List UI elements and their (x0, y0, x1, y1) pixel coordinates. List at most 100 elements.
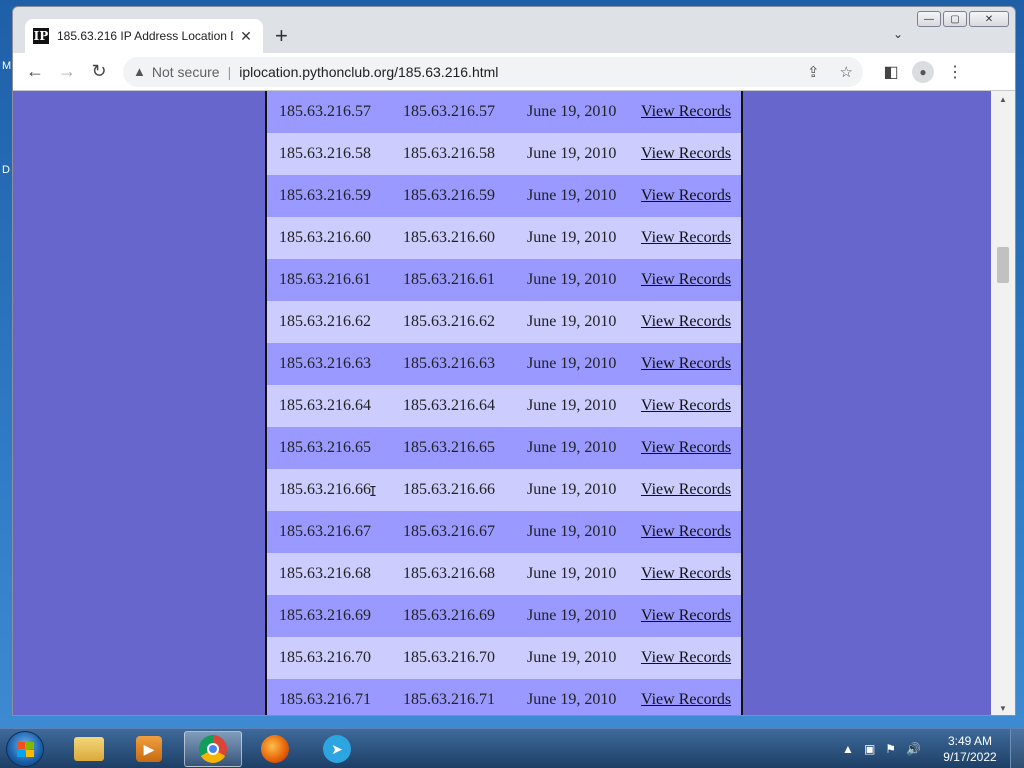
bookmark-star-icon[interactable]: ☆ (840, 63, 853, 81)
view-records-link[interactable]: View Records (641, 439, 731, 456)
table-row: 185.63.216.66 185.63.216.66 June 19, 2010 V… (267, 469, 741, 511)
window-controls: — ▢ ✕ (917, 11, 1009, 27)
view-records-link[interactable]: View Records (641, 103, 731, 120)
taskbar-media-player[interactable]: ▶ (120, 731, 178, 767)
browser-window: IP 185.63.216 IP Address Location D ✕ + … (12, 6, 1016, 716)
records-link-cell: View Records (641, 229, 741, 247)
clock[interactable]: 3:49 AM 9/17/2022 (936, 733, 1004, 765)
taskbar-firefox[interactable] (246, 731, 304, 767)
date-cell: June 19, 2010 (527, 145, 617, 162)
records-link-cell: View Records (641, 313, 741, 331)
scrollbar-thumb[interactable] (997, 247, 1009, 283)
ip-address-cell: 185.63.216.68 (279, 565, 371, 582)
clock-date: 9/17/2022 (943, 750, 997, 764)
view-records-link[interactable]: View Records (641, 481, 731, 498)
hostname-cell: 185.63.216.68 (403, 565, 495, 582)
hostname-cell: 185.63.216.62 (403, 313, 495, 330)
ip-address-cell: 185.63.216.67 (279, 523, 371, 540)
date-cell: June 19, 2010 (527, 103, 617, 120)
date-cell: June 19, 2010 (527, 649, 617, 666)
start-button[interactable] (6, 731, 44, 767)
hostname-cell: 185.63.216.71 (403, 691, 495, 708)
ip-address-cell: 185.63.216.63 (279, 355, 371, 372)
table-row: 185.63.216.67 185.63.216.67 June 19, 2010 V… (267, 511, 741, 553)
reload-button[interactable]: ↻ (83, 56, 115, 88)
table-row: 185.63.216.70 185.63.216.70 June 19, 2010 V… (267, 637, 741, 679)
view-records-link[interactable]: View Records (641, 187, 731, 204)
records-link-cell: View Records (641, 607, 741, 625)
view-records-link[interactable]: View Records (641, 355, 731, 372)
ip-address-cell: 185.63.216.57 (279, 103, 371, 120)
desktop-icon-label-fragment[interactable]: D (2, 164, 10, 176)
view-records-link[interactable]: View Records (641, 523, 731, 540)
forward-button[interactable]: → (51, 56, 83, 88)
view-records-link[interactable]: View Records (641, 271, 731, 288)
scroll-down-arrow-icon[interactable]: ▼ (991, 704, 1015, 713)
profile-avatar-icon: ● (912, 60, 934, 83)
tab-close-icon[interactable]: ✕ (237, 28, 255, 45)
taskbar-chrome[interactable] (184, 731, 242, 767)
view-records-link[interactable]: View Records (641, 229, 731, 246)
hostname-cell: 185.63.216.59 (403, 187, 495, 204)
ip-address-cell: 185.63.216.65 (279, 439, 371, 456)
view-records-link[interactable]: View Records (641, 145, 731, 162)
ip-address-cell: 185.63.216.66 (279, 481, 371, 498)
address-bar[interactable]: ▲ Not secure | iplocation.pythonclub.org… (123, 56, 863, 87)
tab-search-chevron-icon[interactable]: ⌄ (893, 27, 903, 41)
show-hidden-icons-icon[interactable]: ▲ (842, 742, 854, 756)
close-window-button[interactable]: ✕ (969, 11, 1009, 27)
view-records-link[interactable]: View Records (641, 649, 731, 666)
hostname-cell: 185.63.216.66 (403, 481, 495, 498)
records-link-cell: View Records (641, 187, 741, 205)
records-link-cell: View Records (641, 691, 741, 709)
records-link-cell: View Records (641, 649, 741, 667)
security-status-text[interactable]: Not secure (152, 64, 220, 80)
table-row: 185.63.216.65 185.63.216.65 June 19, 2010 V… (267, 427, 741, 469)
taskbar-telegram[interactable]: ➤ (308, 731, 366, 767)
view-records-link[interactable]: View Records (641, 313, 731, 330)
view-records-link[interactable]: View Records (641, 397, 731, 414)
ip-address-cell: 185.63.216.62 (279, 313, 371, 330)
view-records-link[interactable]: View Records (641, 691, 731, 708)
taskbar-file-explorer[interactable] (60, 731, 118, 767)
browser-tab[interactable]: IP 185.63.216 IP Address Location D ✕ (25, 19, 263, 53)
url-text[interactable]: iplocation.pythonclub.org/185.63.216.htm… (239, 64, 498, 80)
ip-address-cell: 185.63.216.69 (279, 607, 371, 624)
browser-menu-icon[interactable]: ⋮ (939, 56, 971, 88)
date-cell: June 19, 2010 (527, 439, 617, 456)
records-link-cell: View Records (641, 439, 741, 457)
table-row: 185.63.216.71 185.63.216.71 June 19, 2010 V… (267, 679, 741, 715)
system-tray: ▲ ▣ ⚑ 🔊 3:49 AM 9/17/2022 (837, 729, 1024, 768)
share-icon[interactable]: ⇪ (807, 63, 820, 81)
view-records-link[interactable]: View Records (641, 607, 731, 624)
new-tab-button[interactable]: + (275, 25, 288, 47)
not-secure-warning-icon[interactable]: ▲ (133, 64, 146, 79)
hostname-cell: 185.63.216.67 (403, 523, 495, 540)
action-center-flag-icon[interactable]: ⚑ (885, 742, 896, 756)
view-records-link[interactable]: View Records (641, 565, 731, 582)
taskbar: ▶ ➤ ▲ ▣ ⚑ 🔊 3:49 AM 9/17/2022 (0, 728, 1024, 768)
tab-title: 185.63.216 IP Address Location D (57, 29, 233, 43)
network-icon[interactable]: ▣ (864, 742, 875, 756)
hostname-cell: 185.63.216.64 (403, 397, 495, 414)
media-player-icon: ▶ (136, 736, 162, 762)
ip-address-cell: 185.63.216.64 (279, 397, 371, 414)
minimize-button[interactable]: — (917, 11, 941, 27)
vertical-scrollbar[interactable]: ▲ ▼ (991, 91, 1015, 715)
volume-icon[interactable]: 🔊 (906, 742, 921, 756)
back-button[interactable]: ← (19, 56, 51, 88)
hostname-cell: 185.63.216.65 (403, 439, 495, 456)
text-cursor-icon: I (369, 485, 377, 500)
tab-strip: IP 185.63.216 IP Address Location D ✕ + … (13, 7, 1015, 53)
table-row: 185.63.216.64 185.63.216.64 June 19, 2010 V… (267, 385, 741, 427)
table-row: 185.63.216.57 185.63.216.57 June 19, 2010 V… (267, 91, 741, 133)
desktop-icon-label-fragment[interactable]: M (2, 60, 11, 72)
hostname-cell: 185.63.216.61 (403, 271, 495, 288)
scroll-up-arrow-icon[interactable]: ▲ (991, 95, 1015, 104)
hostname-cell: 185.63.216.60 (403, 229, 495, 246)
show-desktop-button[interactable] (1010, 729, 1024, 768)
profile-button[interactable]: ● (907, 56, 939, 88)
side-panel-icon[interactable]: ◧ (875, 56, 907, 88)
maximize-button[interactable]: ▢ (943, 11, 967, 27)
chrome-icon (199, 735, 227, 763)
